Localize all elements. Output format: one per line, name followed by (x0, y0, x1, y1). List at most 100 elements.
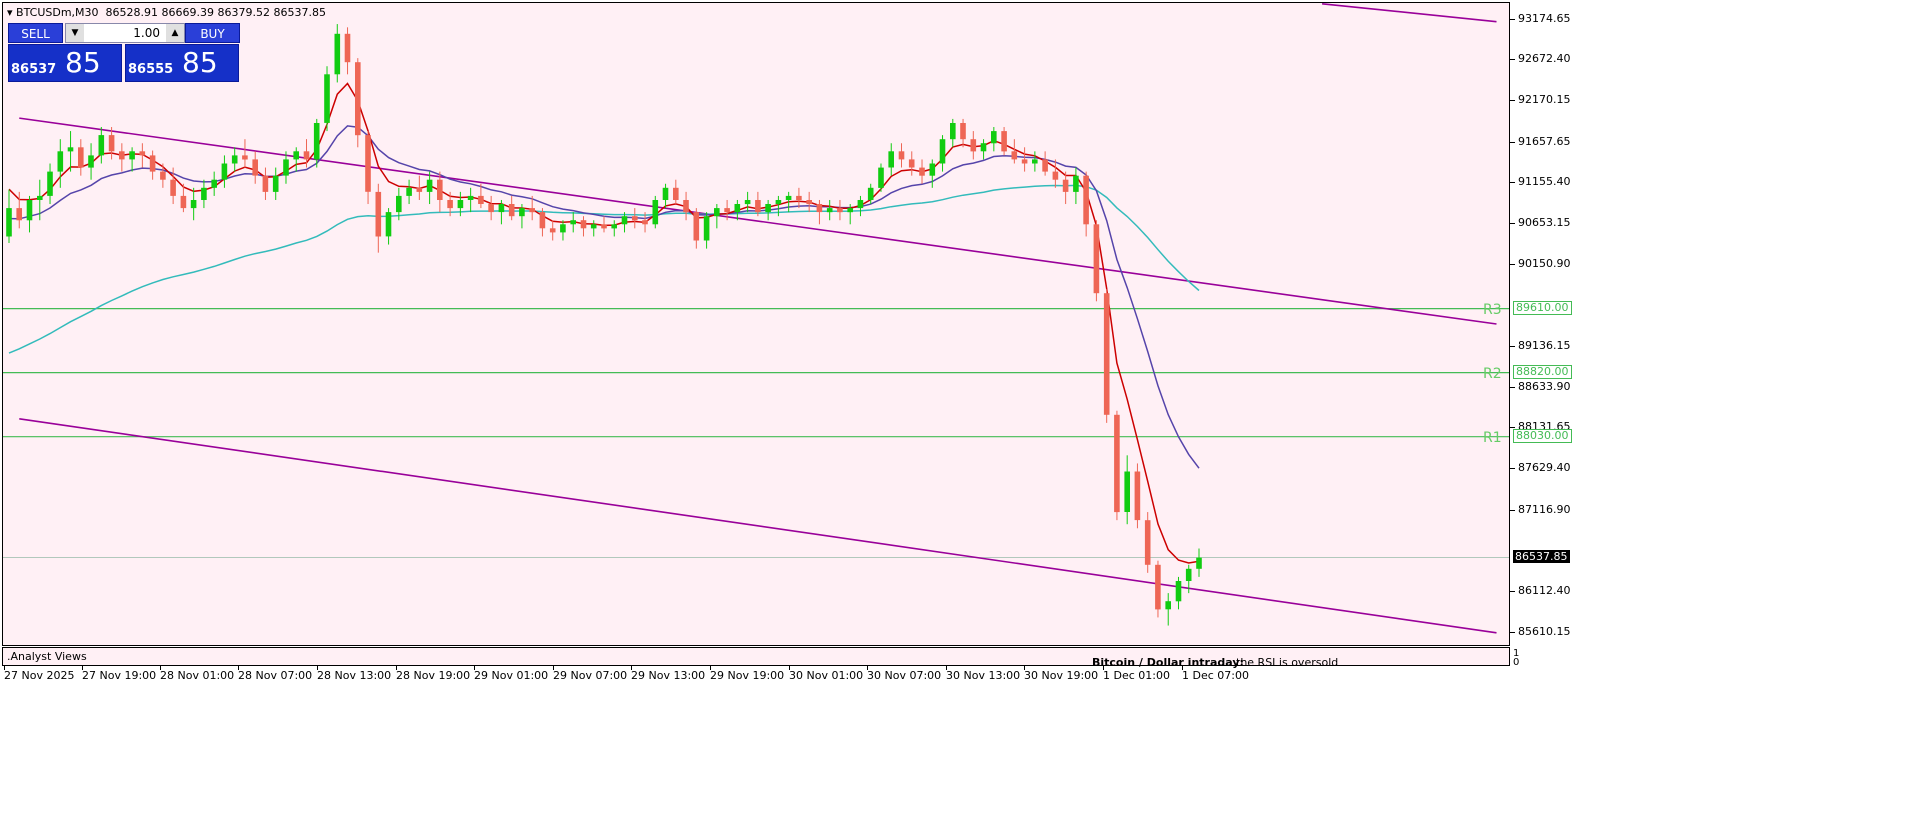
price-tick-label: 85610.15 (1518, 624, 1571, 638)
bullish-candle (775, 200, 782, 205)
price-tick-mark (1510, 18, 1515, 20)
level-name-r3: R3 (1483, 301, 1502, 318)
price-chart[interactable]: ▾ BTCUSDm,M30 86528.91 86669.39 86379.52… (2, 2, 1510, 646)
bullish-candle (560, 224, 566, 233)
bullish-candle (714, 208, 720, 217)
bullish-candle (67, 147, 74, 152)
bearish-candle (1021, 159, 1028, 164)
bearish-candle (375, 191, 382, 237)
bearish-candle (488, 204, 494, 213)
bearish-candle (601, 224, 607, 229)
bullish-candle (467, 195, 474, 200)
moving-average-mid (8, 125, 1200, 469)
bullish-candle (426, 179, 433, 192)
bullish-candle (857, 200, 864, 209)
one-click-trading-panel: SELL ▼ 1.00 ▲ BUY 86537 85 86555 85 (8, 23, 240, 83)
bullish-candle (621, 216, 628, 225)
price-tick-mark (1510, 59, 1515, 61)
bearish-candle (1052, 171, 1059, 180)
bearish-candle (908, 159, 915, 168)
bearish-candle (447, 200, 453, 209)
bullish-candle (1196, 557, 1202, 569)
bearish-candle (1042, 159, 1048, 172)
sell-price-big: 85 (65, 46, 101, 79)
bearish-candle (355, 62, 361, 136)
bearish-candle (755, 200, 761, 213)
price-tick-label: 92672.40 (1518, 52, 1571, 66)
price-tick-label: 90150.90 (1518, 256, 1571, 270)
bearish-candle (1011, 151, 1018, 160)
bullish-candle (98, 135, 105, 156)
bullish-candle (1073, 175, 1079, 192)
sell-button[interactable]: SELL (8, 23, 63, 43)
bearish-candle (529, 208, 535, 213)
lot-size-field[interactable]: ▼ 1.00 ▲ (65, 23, 185, 43)
bearish-candle (78, 147, 84, 168)
price-tick-label: 91155.40 (1518, 175, 1571, 189)
bullish-candle (1032, 159, 1038, 164)
price-tick-label: 93174.65 (1518, 11, 1571, 25)
bearish-candle (724, 208, 730, 213)
bullish-candle (211, 179, 217, 188)
bullish-candle (652, 200, 659, 225)
bullish-candle (1185, 568, 1192, 581)
lot-down-icon[interactable]: ▼ (66, 24, 84, 42)
bearish-candle (16, 208, 22, 221)
price-tick-mark (1510, 182, 1515, 184)
bearish-candle (478, 195, 484, 204)
bullish-candle (1124, 471, 1130, 512)
sell-quote[interactable]: 86537 85 (8, 44, 122, 82)
channel-line-1 (19, 117, 1497, 325)
bullish-candle (406, 187, 412, 196)
subwindow-tick-bottom: 0 (1513, 657, 1520, 668)
bearish-candle (673, 187, 679, 200)
bearish-candle (149, 155, 156, 172)
bearish-candle (365, 135, 371, 192)
bullish-candle (519, 208, 525, 217)
lot-up-icon[interactable]: ▲ (166, 24, 184, 42)
last-price-tag: 86537.85 (1513, 549, 1570, 563)
time-axis: 27 Nov 2025 27 Nov 19:00 28 Nov 01:00 28 No… (2, 666, 1510, 686)
price-tick-label: 92170.15 (1518, 93, 1571, 107)
buy-price-big: 85 (182, 46, 218, 79)
sell-price-small: 86537 (11, 62, 57, 77)
bearish-candle (1155, 564, 1161, 610)
bearish-candle (919, 167, 925, 176)
bullish-candle (88, 155, 94, 168)
time-tick-label: 28 Nov 01:00 (160, 669, 235, 682)
level-price-tag-r3: 89610.00 (1513, 300, 1572, 315)
time-tick-label: 1 Dec 01:00 (1103, 669, 1170, 682)
bullish-candle (6, 208, 12, 237)
bullish-candle (734, 204, 741, 213)
bullish-candle (334, 33, 341, 75)
moving-average-fast (8, 82, 1200, 564)
bullish-candle (703, 216, 710, 241)
bullish-candle (847, 208, 853, 213)
bearish-candle (180, 195, 187, 209)
bullish-candle (498, 204, 505, 213)
bullish-candle (744, 200, 751, 205)
level-price-tag-r2: 88820.00 (1513, 364, 1572, 379)
bearish-candle (344, 33, 351, 63)
bullish-candle (57, 151, 64, 172)
buy-button[interactable]: BUY (185, 23, 240, 43)
bearish-candle (796, 195, 802, 200)
bullish-candle (324, 74, 330, 123)
symbol-arrow-icon: ▾ (7, 6, 17, 19)
bearish-candle (1093, 224, 1100, 294)
time-tick-label: 29 Nov 01:00 (474, 669, 549, 682)
time-tick-label: 29 Nov 07:00 (553, 669, 628, 682)
bearish-candle (508, 204, 515, 217)
bearish-candle (1103, 293, 1110, 415)
buy-quote[interactable]: 86555 85 (125, 44, 239, 82)
bearish-candle (139, 151, 146, 156)
bullish-candle (991, 131, 997, 144)
bullish-candle (129, 151, 135, 160)
lot-size-value[interactable]: 1.00 (133, 24, 160, 42)
bearish-candle (1134, 471, 1141, 521)
bearish-candle (632, 216, 638, 221)
time-tick-label: 1 Dec 07:00 (1182, 669, 1249, 682)
bearish-candle (1001, 131, 1007, 152)
bullish-candle (385, 212, 392, 237)
bearish-candle (539, 212, 546, 229)
